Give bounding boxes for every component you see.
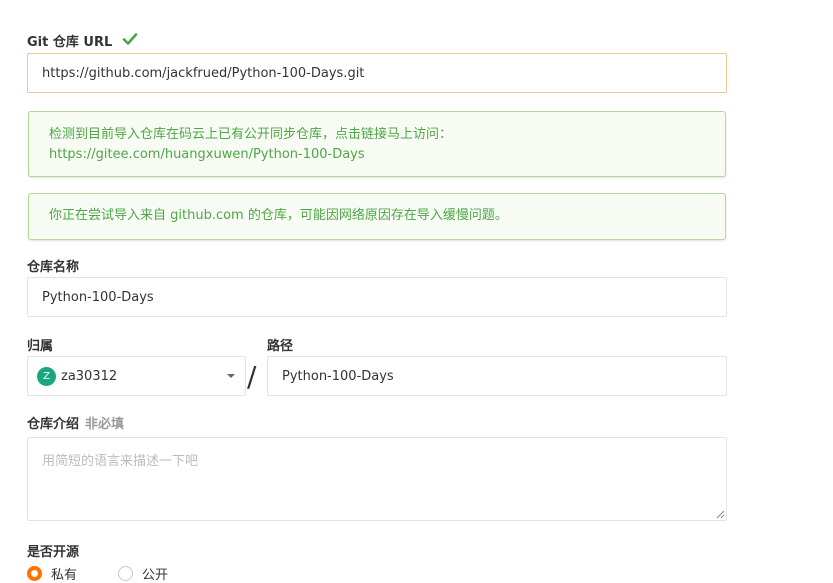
description-label-text: 仓库介绍 (27, 417, 80, 432)
git-url-value: https://github.com/jackfrued/Python-100-… (42, 65, 365, 81)
chevron-down-icon (227, 374, 235, 378)
description-placeholder: 用简短的语言来描述一下吧 (42, 454, 199, 469)
repo-name-value: Python-100-Days (42, 289, 154, 305)
owner-value: za30312 (61, 369, 118, 384)
description-label: 仓库介绍 非必填 (27, 413, 124, 432)
radio-checked-icon (27, 566, 42, 581)
slow-import-alert: 你正在尝试导入来自 github.com 的仓库，可能因网络原因存在导入缓慢问题… (28, 193, 726, 240)
radio-private-label: 私有 (51, 568, 78, 583)
check-icon (122, 33, 138, 45)
radio-private[interactable]: 私有 (27, 564, 77, 583)
open-source-label: 是否开源 (27, 545, 80, 560)
path-label: 路径 (267, 339, 294, 354)
optional-tag: 非必填 (85, 417, 125, 432)
radio-public-label: 公开 (142, 568, 169, 583)
owner-select[interactable]: Z za30312 (27, 356, 246, 396)
mirror-link[interactable]: https://gitee.com/huangxuwen/Python-100-… (49, 145, 705, 165)
git-url-input[interactable]: https://github.com/jackfrued/Python-100-… (27, 53, 727, 93)
radio-unchecked-icon (118, 566, 133, 581)
slow-import-text: 你正在尝试导入来自 github.com 的仓库，可能因网络原因存在导入缓慢问题… (49, 208, 508, 223)
owner-label: 归属 (27, 339, 54, 354)
path-separator: / (247, 360, 257, 393)
repo-name-label: 仓库名称 (27, 260, 80, 275)
radio-public[interactable]: 公开 (118, 564, 168, 583)
path-value: Python-100-Days (282, 368, 394, 384)
description-textarea[interactable]: 用简短的语言来描述一下吧 (27, 437, 727, 521)
git-url-label: Git 仓库 URL (27, 35, 113, 50)
import-repo-form: Git 仓库 URL https://github.com/jackfrued/… (0, 0, 833, 583)
mirror-alert-text: 检测到目前导入仓库在码云上已有公开同步仓库，点击链接马上访问： (49, 127, 453, 142)
repo-name-input[interactable]: Python-100-Days (27, 277, 727, 317)
avatar: Z (37, 367, 56, 386)
path-input[interactable]: Python-100-Days (267, 356, 727, 396)
mirror-alert: 检测到目前导入仓库在码云上已有公开同步仓库，点击链接马上访问： https://… (28, 111, 726, 177)
resize-handle-icon[interactable] (715, 509, 725, 519)
